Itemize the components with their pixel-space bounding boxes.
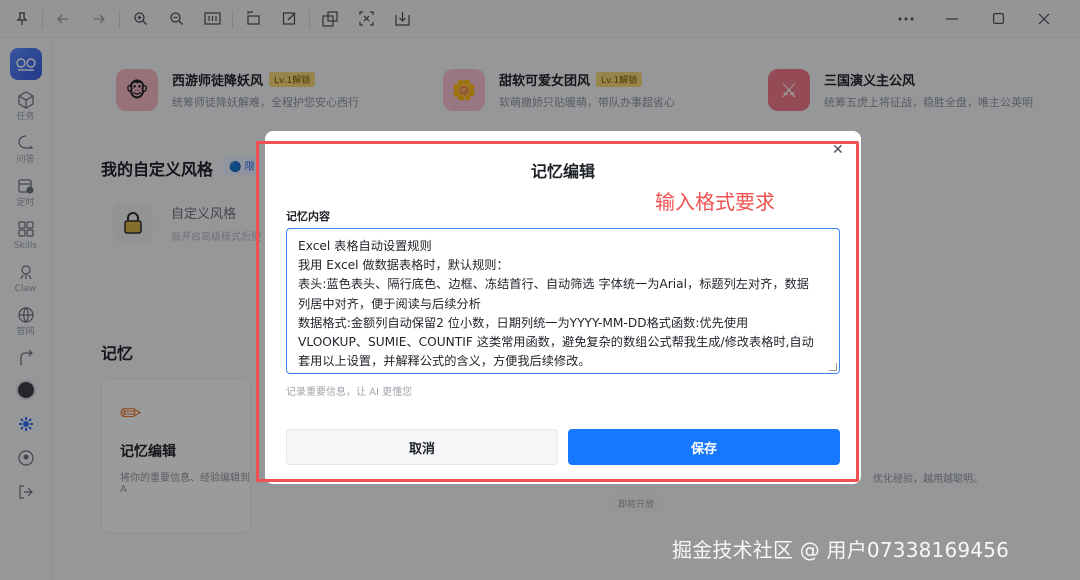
text-line: 我用 Excel 做数据表格时，默认规则： <box>298 258 509 273</box>
memory-edit-dialog: 记忆编辑 ✕ 输入格式要求 记忆内容 Excel 表格自动设置规则 我用 Exc… <box>265 131 861 484</box>
text-line: 数据格式:金额列自动保留2 位小数，日期列统一为YYYY-MM-DD格式函数:优… <box>298 315 749 330</box>
memory-hint: 记录重要信息，让 AI 更懂您 <box>286 387 413 398</box>
text-line: Excel 表格自动设置规则 <box>298 239 432 253</box>
text-line: 表头:蓝色表头、隔行底色、边框、冻结首行、自动筛选 字体统一为Arial，标题列… <box>298 277 809 292</box>
close-icon[interactable]: ✕ <box>832 142 844 158</box>
text-line: 套用以上设置，并解释公式的含义，方便我后续修改。 <box>298 354 591 369</box>
resize-handle[interactable] <box>829 363 837 371</box>
dialog-title: 记忆编辑 <box>530 162 595 181</box>
annotation-text: 输入格式要求 <box>655 190 775 214</box>
save-button[interactable]: 保存 <box>568 429 840 465</box>
watermark-text: 掘金技术社区 @ 用户07338169456 <box>672 538 1010 562</box>
cancel-button[interactable]: 取消 <box>286 429 558 465</box>
memory-content-label: 记忆内容 <box>286 210 330 223</box>
memory-content-textarea[interactable]: Excel 表格自动设置规则 我用 Excel 做数据表格时，默认规则： 表头:… <box>286 228 840 374</box>
text-line: 列居中对齐，便于阅读与后续分析 <box>298 296 481 311</box>
text-line: VLOOKUP、SUMIE、COUNTIF 这类常用函数，避免复杂的数组公式帮我… <box>298 335 814 350</box>
